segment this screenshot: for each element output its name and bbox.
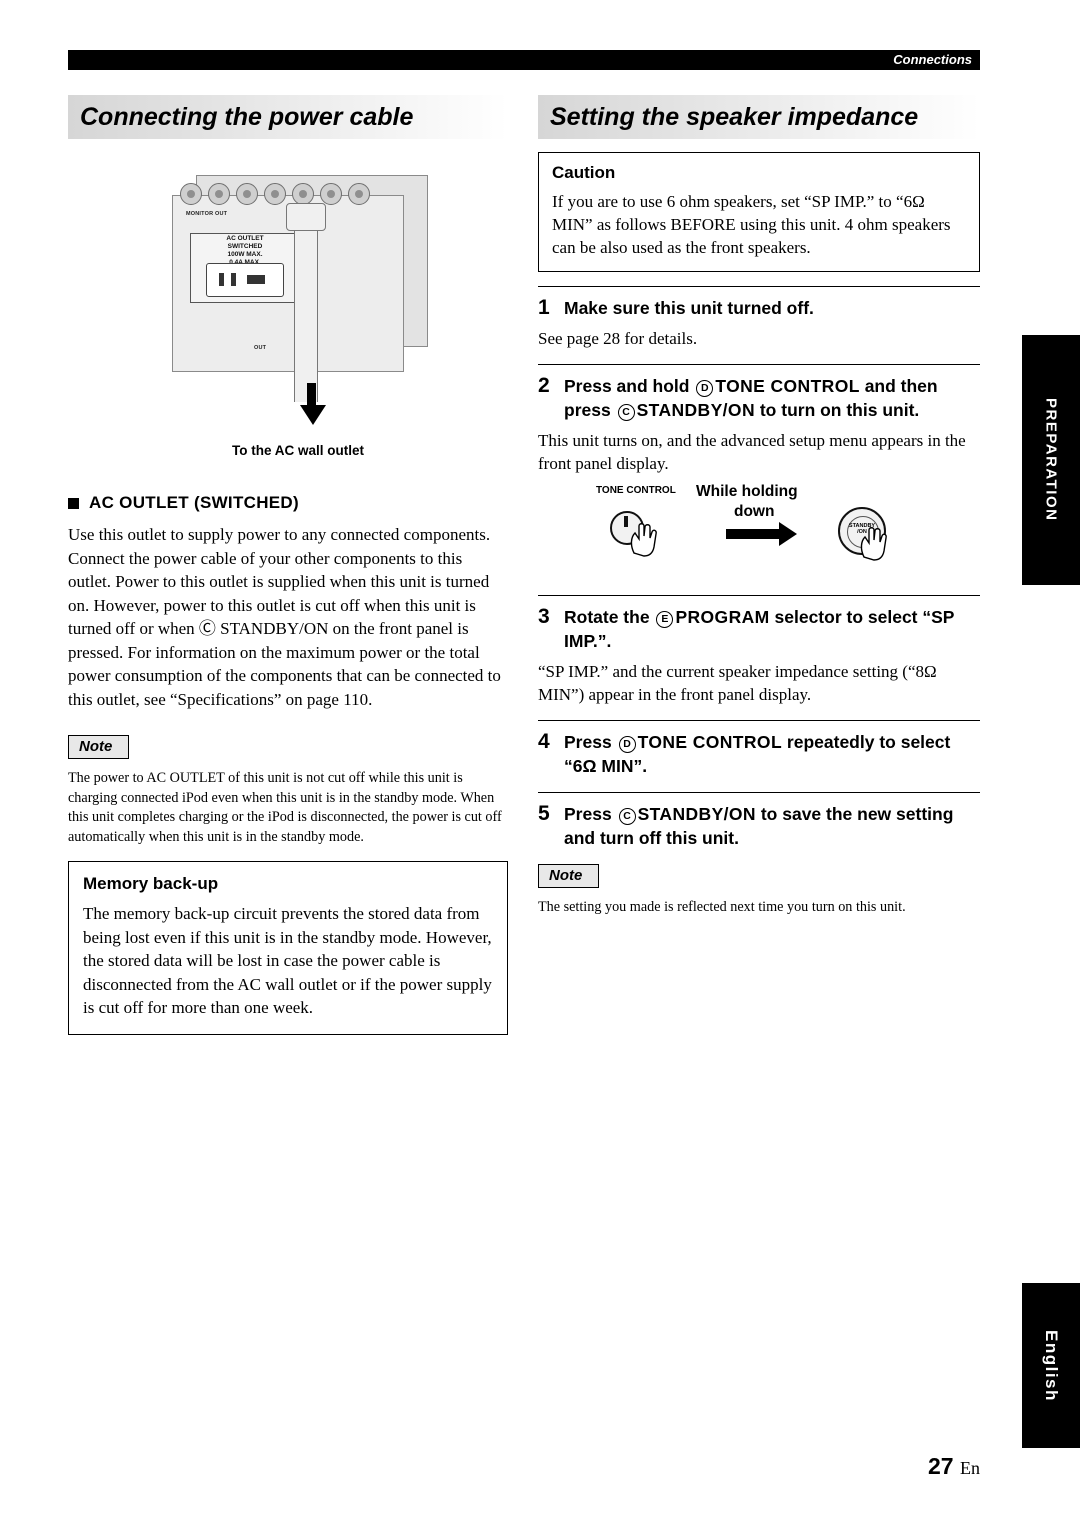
step-1-number: 1 <box>538 296 550 319</box>
right-column: Caution If you are to use 6 ohm speakers… <box>538 152 980 926</box>
step-2-control-2: STANDBY/ON <box>636 400 755 420</box>
page-number: 27 <box>928 1453 954 1479</box>
callout-c-icon-2: C <box>618 808 636 825</box>
step-4-text-a: Press <box>564 732 612 752</box>
note-tag-left: Note <box>68 735 130 759</box>
diagram-arrow-icon <box>726 522 797 546</box>
step-4-number: 4 <box>538 730 550 753</box>
step-3-control: PROGRAM <box>675 607 770 627</box>
jack <box>236 183 258 205</box>
note-tag-right: Note <box>538 864 600 888</box>
left-column: MONITOR OUT DVR OUT AC OUTLETSWITCHED100… <box>68 155 508 1035</box>
step-3-body: “SP IMP.” and the current speaker impeda… <box>538 662 937 704</box>
step-1: 1 Make sure this unit turned off. See pa… <box>538 286 980 350</box>
memory-backup-heading: Memory back-up <box>83 874 219 893</box>
section-title-right: Setting the speaker impedance <box>538 95 980 139</box>
step-3-text-a: Rotate the <box>564 607 650 627</box>
direction-arrow-icon <box>300 405 326 425</box>
jack <box>292 183 314 205</box>
hand-pointer-icon <box>630 523 657 557</box>
step-2-body: This unit turns on, and the advanced set… <box>538 431 966 473</box>
page: Connections Connecting the power cable S… <box>0 0 1080 1526</box>
callout-d-icon: D <box>696 380 714 397</box>
ac-outlet-heading-label: AC OUTLET (SWITCHED) <box>89 493 299 512</box>
side-tab-preparation: PREPARATION <box>1022 335 1080 585</box>
step-5-text-a: Press <box>564 804 612 824</box>
memory-backup-box: Memory back-up The memory back-up circui… <box>68 861 508 1035</box>
diagram-while-holding-label: While holding <box>696 483 798 500</box>
step-5-control: STANDBY/ON <box>637 804 756 824</box>
jack <box>264 183 286 205</box>
step-3-number: 3 <box>538 605 550 628</box>
memory-backup-text: The memory back-up circuit prevents the … <box>83 904 492 1017</box>
step-1-body: See page 28 for details. <box>538 329 698 348</box>
ac-outlet-heading: AC OUTLET (SWITCHED) <box>68 493 508 513</box>
page-language-code: En <box>960 1458 980 1478</box>
step-3: 3 Rotate the E PROGRAM selector to select… <box>538 595 980 706</box>
step-2-number: 2 <box>538 374 550 397</box>
rear-panel-illustration: MONITOR OUT DVR OUT AC OUTLETSWITCHED100… <box>68 155 508 485</box>
step-5: 5 Press C STANDBY/ON to save the new sett… <box>538 792 980 850</box>
jack <box>348 183 370 205</box>
caution-text: If you are to use 6 ohm speakers, set “S… <box>552 192 951 257</box>
bullet-square-icon <box>68 497 79 509</box>
callout-d-icon-2: D <box>618 736 636 753</box>
illustration-caption: To the AC wall outlet <box>232 443 364 458</box>
step-2-control-1: TONE CONTROL <box>715 376 860 396</box>
ac-socket-icon <box>206 263 284 297</box>
jack <box>208 183 230 205</box>
running-head-bar: Connections <box>68 50 980 70</box>
step-2-text-a: Press and hold <box>564 376 690 396</box>
diagram-down-label: down <box>734 503 775 520</box>
button-press-diagram: TONE CONTROL While holding down STANDBY /… <box>538 483 980 581</box>
page-footer: 27 En <box>928 1453 980 1480</box>
caution-heading: Caution <box>552 163 616 182</box>
step-4-control: TONE CONTROL <box>637 732 783 752</box>
step-2-title: Press and hold D TONE CONTROL and then pr… <box>564 374 980 422</box>
step-4-title: Press D TONE CONTROL repeatedly to select… <box>564 730 980 778</box>
step-2-text-c: to turn on this unit. <box>759 400 920 420</box>
step-5-number: 5 <box>538 802 550 825</box>
side-tab-preparation-label: PREPARATION <box>1042 398 1060 522</box>
step-3-title: Rotate the E PROGRAM selector to select “… <box>564 605 980 653</box>
jack <box>320 183 342 205</box>
section-title-left: Connecting the power cable <box>68 95 508 139</box>
step-2: 2 Press and hold D TONE CONTROL and then … <box>538 364 980 581</box>
power-plug <box>286 203 326 231</box>
jack <box>180 183 202 205</box>
hand-pointer-icon-2 <box>860 527 887 561</box>
side-tab-english: English <box>1022 1283 1080 1448</box>
ac-outlet-paragraph: Use this outlet to supply power to any c… <box>68 525 501 709</box>
note-text-left: The power to AC OUTLET of this unit is n… <box>68 770 502 845</box>
running-head-label: Connections <box>893 52 972 67</box>
panel-label-monitor-out: MONITOR OUT <box>186 211 228 217</box>
callout-c-icon: C <box>617 404 635 421</box>
callout-e-icon: E <box>656 611 674 628</box>
power-cable <box>294 217 318 402</box>
diagram-tone-control-label: TONE CONTROL <box>596 485 676 496</box>
step-4: 4 Press D TONE CONTROL repeatedly to sele… <box>538 720 980 778</box>
panel-label-out: OUT <box>254 345 267 351</box>
side-tab-english-label: English <box>1042 1329 1061 1402</box>
step-1-title: Make sure this unit turned off. <box>564 298 814 318</box>
caution-box: Caution If you are to use 6 ohm speakers… <box>538 152 980 272</box>
step-5-title: Press C STANDBY/ON to save the new settin… <box>564 802 980 850</box>
note-text-right: The setting you made is reflected next t… <box>538 899 906 915</box>
